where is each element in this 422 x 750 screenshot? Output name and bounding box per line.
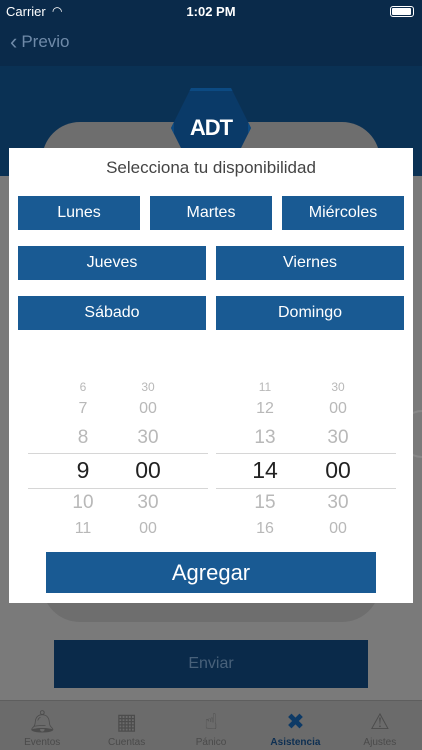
picker-value: 15 [254, 492, 276, 513]
bell-icon: 🔔︎ [28, 709, 57, 734]
tab-bar: 🔔︎ Eventos ▦ Cuentas ☝︎ Pánico ✖ Asisten… [0, 700, 422, 750]
picker-value: 30 [327, 427, 349, 448]
picker-value: 30 [137, 427, 159, 448]
tab-label: Pánico [195, 737, 227, 748]
tab-label: Cuentas [107, 737, 146, 748]
picker-value: 30 [141, 380, 155, 394]
tab-ajustes[interactable]: ⚠︎ Ajustes [338, 701, 422, 750]
warning-icon: ⚠︎ [369, 709, 390, 734]
day-button-lunes[interactable]: Lunes [18, 196, 140, 230]
day-button-jueves[interactable]: Jueves [18, 246, 206, 280]
keypad-icon: ▦ [116, 709, 137, 734]
nav-bar: ‹ Previo [0, 24, 422, 66]
tools-icon: ✖ [286, 709, 305, 734]
picker-selected-value: 14 [252, 457, 278, 483]
picker-value: 30 [137, 492, 159, 513]
tab-cuentas[interactable]: ▦ Cuentas [84, 701, 168, 750]
picker-value: 13 [254, 427, 276, 448]
picker-value: 10 [72, 492, 94, 513]
picker-value: 16 [256, 520, 274, 537]
hand-icon: ☝︎ [204, 709, 218, 734]
clock: 1:02 PM [186, 4, 236, 19]
tab-asistencia[interactable]: ✖ Asistencia [253, 701, 337, 750]
tab-label: Ajustes [363, 737, 397, 748]
back-button[interactable]: ‹ Previo [10, 29, 70, 54]
start-minute-column[interactable]: 30 00 30 00 30 00 [123, 380, 173, 540]
start-hour-column[interactable]: 6 7 8 9 10 11 [58, 380, 108, 540]
end-minute-column[interactable]: 30 00 30 00 30 00 [313, 380, 363, 540]
picker-selection-top [28, 453, 208, 454]
battery-icon [390, 6, 414, 17]
send-button[interactable]: Enviar [54, 640, 368, 688]
picker-value: 12 [256, 400, 274, 417]
end-hour-column[interactable]: 11 12 13 14 15 16 [240, 380, 290, 540]
availability-modal: Selecciona tu disponibilidad Lunes Marte… [9, 148, 413, 603]
picker-value: 30 [331, 380, 345, 394]
picker-value: 00 [329, 520, 347, 537]
modal-title: Selecciona tu disponibilidad [106, 158, 316, 177]
chevron-left-icon: ‹ [10, 29, 18, 54]
back-label: Previo [21, 32, 70, 51]
picker-value: 7 [78, 400, 88, 417]
tab-label: Asistencia [270, 737, 321, 748]
status-bar: Carrier ◠ 1:02 PM [0, 0, 422, 24]
day-button-martes[interactable]: Martes [150, 196, 272, 230]
picker-value: 00 [139, 400, 157, 417]
picker-selected-value: 9 [76, 457, 90, 483]
tab-label: Eventos [24, 737, 61, 748]
picker-value: 11 [74, 520, 92, 537]
day-button-domingo[interactable]: Domingo [216, 296, 404, 330]
picker-selected-value: 00 [135, 457, 161, 483]
day-button-viernes[interactable]: Viernes [216, 246, 404, 280]
tab-eventos[interactable]: 🔔︎ Eventos [0, 701, 84, 750]
picker-value: 8 [77, 427, 89, 448]
end-time-picker[interactable]: 11 12 13 14 15 16 30 00 30 00 30 00 [216, 380, 396, 540]
picker-selected-value: 00 [325, 457, 351, 483]
picker-value: 11 [258, 380, 272, 394]
tab-panico[interactable]: ☝︎ Pánico [169, 701, 253, 750]
start-time-picker[interactable]: 6 7 8 9 10 11 30 00 30 00 30 00 [28, 380, 208, 540]
logo-text: ADT [189, 115, 233, 140]
picker-selection-bottom [28, 488, 208, 489]
picker-value: 6 [79, 380, 87, 394]
day-button-sabado[interactable]: Sábado [18, 296, 206, 330]
picker-value: 00 [139, 520, 157, 537]
day-button-miercoles[interactable]: Miércoles [282, 196, 404, 230]
picker-value: 30 [327, 492, 349, 513]
add-button[interactable]: Agregar [46, 552, 376, 593]
picker-value: 00 [329, 400, 347, 417]
